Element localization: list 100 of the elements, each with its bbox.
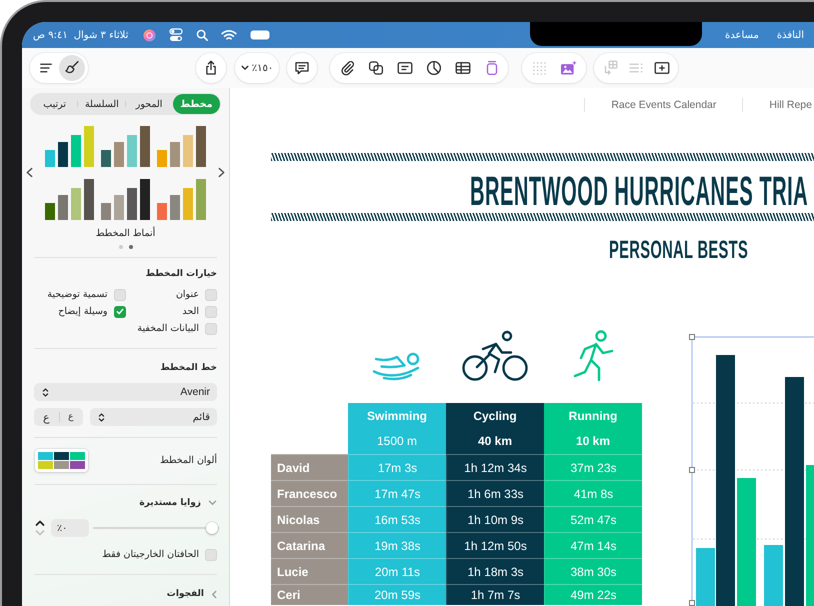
table-cell: 38m 30s bbox=[544, 558, 642, 584]
chart-style-button[interactable] bbox=[44, 178, 94, 220]
chart-style-button[interactable] bbox=[100, 178, 150, 220]
column-header: Swimming bbox=[348, 403, 446, 428]
row-header: Catarina bbox=[271, 532, 348, 558]
comment-button[interactable] bbox=[287, 53, 317, 83]
checkbox[interactable] bbox=[205, 548, 217, 560]
table-icon bbox=[454, 59, 472, 77]
checkbox-label: الحافتان الخارجيتان فقط bbox=[102, 549, 199, 560]
resize-handle[interactable] bbox=[689, 467, 695, 473]
font-popup[interactable]: Avenir bbox=[34, 383, 217, 401]
table-cell: 49m 22s bbox=[544, 584, 642, 605]
chart-style-button[interactable] bbox=[44, 125, 94, 167]
chevron-left-icon[interactable] bbox=[26, 167, 33, 178]
chevron-down-icon bbox=[208, 500, 217, 506]
checkmark-icon bbox=[116, 308, 124, 315]
document-title: BRENTWOOD HURRICANES TRIA bbox=[470, 170, 808, 212]
toggles-icon bbox=[169, 28, 184, 42]
text-box-icon bbox=[396, 59, 414, 77]
column-header: Cycling bbox=[446, 403, 544, 428]
table-cell: 52m 47s bbox=[544, 506, 642, 532]
row-header: Nicolas bbox=[271, 506, 348, 532]
chevron-up-down-icon bbox=[98, 412, 105, 422]
plus-box-icon bbox=[653, 59, 671, 77]
table-cell: 20m 59s bbox=[348, 584, 446, 605]
font-size-button[interactable]: ع bbox=[34, 408, 58, 426]
table-cell: 1h 18m 3s bbox=[446, 558, 544, 584]
checkbox[interactable] bbox=[114, 288, 126, 300]
table-cell: 1h 12m 50s bbox=[446, 532, 544, 558]
table-cell: 37m 23s bbox=[544, 454, 642, 480]
wifi-icon bbox=[221, 29, 238, 41]
table-cell: 16m 53s bbox=[348, 506, 446, 532]
stepper-up-button[interactable] bbox=[34, 518, 46, 528]
menu-item[interactable]: مساعدة bbox=[725, 30, 759, 40]
section-link[interactable]: Race Events Calendar bbox=[585, 99, 742, 111]
font-style-popup[interactable]: قائم bbox=[90, 408, 217, 426]
page-dot[interactable] bbox=[128, 245, 132, 249]
table-cell: 20m 11s bbox=[348, 558, 446, 584]
battery-icon bbox=[250, 30, 270, 40]
document-subtitle: PERSONAL BESTS bbox=[609, 236, 748, 264]
share-button[interactable] bbox=[196, 53, 226, 83]
chart-style-button[interactable] bbox=[100, 125, 150, 167]
chevron-up-icon bbox=[35, 519, 45, 527]
menu-item[interactable]: النافذة bbox=[776, 30, 804, 40]
table-cell: 1h 7m 7s bbox=[446, 584, 544, 605]
chart-colors-button[interactable] bbox=[35, 449, 88, 472]
section-heading: خط المخطط bbox=[160, 362, 217, 375]
checkbox-label: عنوان bbox=[176, 289, 199, 300]
checkbox-label: وسيلة إيضاح bbox=[58, 306, 108, 317]
disclosure-button[interactable]: الفجوات bbox=[166, 587, 217, 601]
table-cell: 17m 3s bbox=[348, 454, 446, 480]
checkbox[interactable] bbox=[205, 288, 217, 300]
checkbox-label: تسمية توضيحية bbox=[47, 289, 108, 300]
row-header: Ceri bbox=[271, 584, 348, 605]
checkbox[interactable] bbox=[205, 322, 217, 334]
section-link[interactable]: Hill Repe bbox=[743, 99, 814, 111]
table-cell: 41m 8s bbox=[544, 480, 642, 506]
table-cell: 1h 6m 33s bbox=[446, 480, 544, 506]
row-label: ألوان المخطط bbox=[160, 455, 217, 466]
row-header: David bbox=[271, 454, 348, 480]
disclosure-button[interactable]: زوايا مستديرة bbox=[139, 496, 217, 510]
inspector-tab[interactable]: المحور bbox=[126, 94, 173, 114]
checkbox[interactable] bbox=[114, 306, 126, 318]
search-icon bbox=[196, 29, 208, 41]
shapes-icon bbox=[366, 59, 384, 77]
section-heading: خيارات المخطط bbox=[146, 268, 217, 281]
chevron-right-icon[interactable] bbox=[218, 167, 225, 178]
column-subheader: 1500 m bbox=[348, 428, 446, 454]
status-time: ٩:٤١ ص bbox=[33, 30, 68, 40]
checkbox[interactable] bbox=[205, 306, 217, 318]
format-button[interactable] bbox=[59, 55, 85, 81]
checkbox-label: الحد bbox=[182, 306, 199, 317]
chart-style-button[interactable] bbox=[156, 125, 206, 167]
checkbox-label: البيانات المخفية bbox=[137, 323, 199, 334]
slider-thumb[interactable] bbox=[206, 522, 218, 534]
row-header: Lucie bbox=[271, 558, 348, 584]
column-subheader: 10 km bbox=[544, 428, 642, 454]
chevron-left-icon bbox=[211, 590, 217, 598]
orb-icon bbox=[143, 28, 156, 42]
table-cell: 19m 38s bbox=[348, 532, 446, 558]
chevron-down-icon bbox=[240, 65, 249, 71]
pie-chart-icon bbox=[424, 59, 442, 77]
table-cell: 1h 12m 34s bbox=[446, 454, 544, 480]
percent-field[interactable]: ٪٠ bbox=[51, 519, 89, 537]
zoom-button[interactable]: ٪١٥٠ bbox=[235, 53, 279, 83]
chevron-down-icon bbox=[35, 529, 45, 537]
status-date: ثلاثاء ٣ شوال bbox=[74, 30, 128, 40]
column-header: Running bbox=[544, 403, 642, 428]
resize-handle[interactable] bbox=[689, 600, 695, 606]
comment-icon bbox=[293, 59, 311, 77]
table-cell: 1h 10m 9s bbox=[446, 506, 544, 532]
chevron-up-down-icon bbox=[42, 386, 49, 398]
table-cell: 47m 14s bbox=[544, 532, 642, 558]
photo-sparkle-icon bbox=[559, 58, 578, 78]
page-dot[interactable] bbox=[118, 245, 122, 249]
column-subheader: 40 km bbox=[446, 428, 544, 454]
resize-handle[interactable] bbox=[689, 334, 695, 340]
table-cell: 17m 47s bbox=[348, 480, 446, 506]
styles-caption: أنماط المخطط bbox=[96, 227, 156, 241]
row-header: Francesco bbox=[271, 480, 348, 506]
